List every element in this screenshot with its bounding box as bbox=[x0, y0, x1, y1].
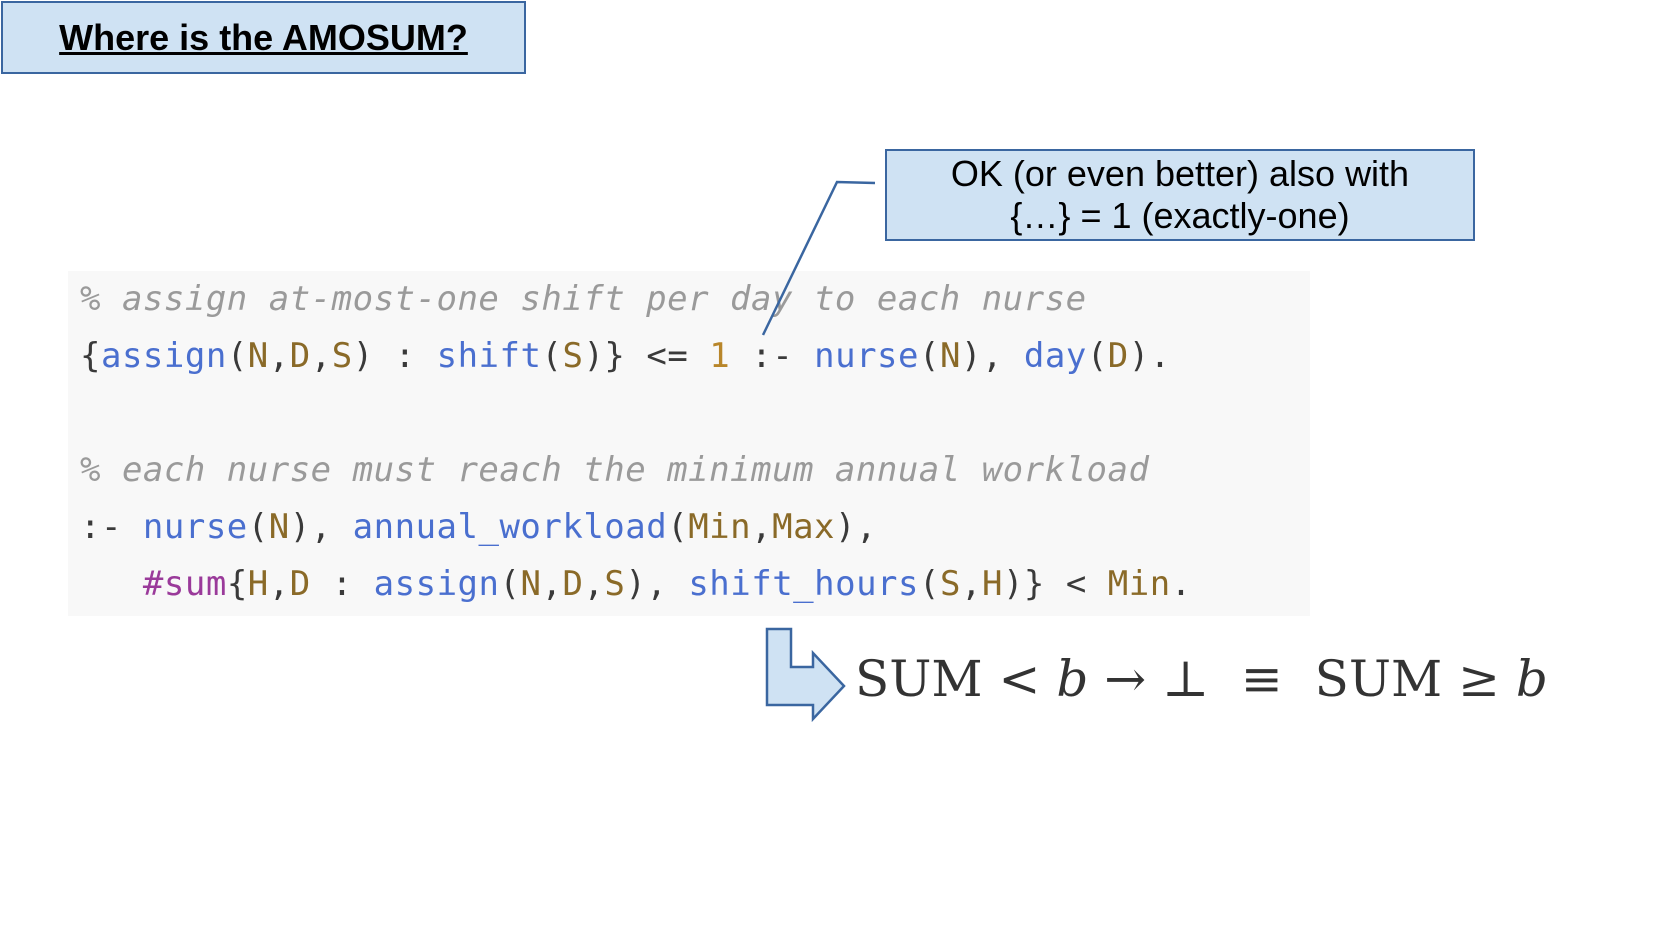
annotation-overlay bbox=[761, 180, 876, 723]
callout-pointer-line bbox=[761, 180, 876, 336]
formula-geq: ≥ bbox=[1458, 650, 1500, 708]
formula-sum-right: SUM bbox=[1314, 650, 1443, 708]
formula-falsum: ⊥ bbox=[1162, 650, 1210, 708]
formula-sum-left: SUM bbox=[855, 650, 983, 708]
formula-b-right: b bbox=[1515, 650, 1548, 708]
formula-arrow: → bbox=[1104, 650, 1147, 708]
formula-less-than: < bbox=[998, 650, 1041, 708]
formula-equivalence: ≡ bbox=[1240, 650, 1283, 708]
formula-b-left: b bbox=[1056, 650, 1089, 708]
bent-arrow-icon bbox=[765, 627, 846, 723]
formula: SUM < b → ⊥ ≡ SUM ≥ b bbox=[855, 650, 1548, 708]
